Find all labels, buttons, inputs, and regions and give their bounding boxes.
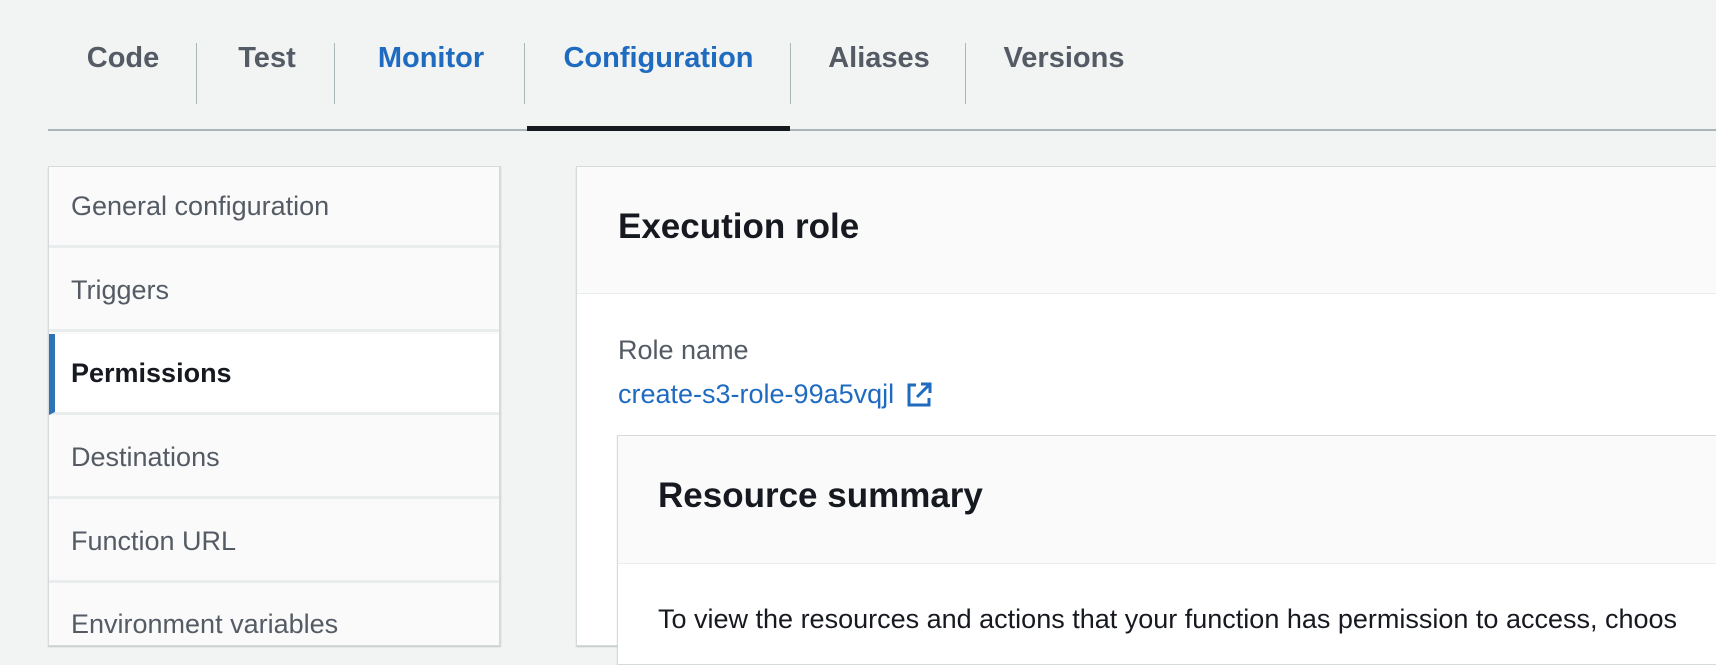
- tab-divider: [524, 43, 525, 104]
- resource-summary-container: Resource summary To view the resources a…: [617, 435, 1716, 665]
- tab-divider: [334, 43, 335, 104]
- sidenav-item-label: Function URL: [71, 525, 237, 556]
- tab-test[interactable]: Test: [218, 14, 316, 101]
- sidenav-item-label: Triggers: [71, 274, 170, 305]
- panel-title: Execution role: [618, 207, 860, 246]
- sidenav-item-label: General configuration: [71, 190, 330, 221]
- sidenav-item-environment-variables[interactable]: Environment variables: [49, 585, 499, 645]
- tab-divider: [196, 43, 197, 104]
- sidenav-item-label: Permissions: [71, 357, 232, 388]
- active-tab-indicator: [527, 126, 790, 131]
- tab-versions[interactable]: Versions: [993, 14, 1135, 101]
- sidenav-item-destinations[interactable]: Destinations: [49, 418, 499, 499]
- sidenav-item-function-url[interactable]: Function URL: [49, 502, 499, 583]
- tab-divider: [790, 43, 791, 104]
- tab-configuration[interactable]: Configuration: [527, 14, 790, 101]
- sidenav-item-triggers[interactable]: Triggers: [49, 251, 499, 332]
- sidenav-item-general-configuration[interactable]: General configuration: [49, 167, 499, 248]
- tab-aliases[interactable]: Aliases: [810, 14, 948, 101]
- resource-summary-description: To view the resources and actions that y…: [658, 604, 1678, 634]
- external-link-icon: [904, 380, 934, 410]
- execution-role-panel: Execution role Role name create-s3-role-…: [576, 166, 1716, 665]
- tab-divider: [965, 43, 966, 104]
- panel-header: Execution role: [577, 167, 1716, 294]
- sidenav-item-label: Environment variables: [71, 608, 339, 639]
- configuration-side-nav: General configuration Triggers Permissio…: [48, 166, 501, 646]
- tab-monitor[interactable]: Monitor: [358, 14, 504, 101]
- role-name-label: Role name: [618, 335, 749, 365]
- sidenav-item-permissions[interactable]: Permissions: [49, 334, 499, 415]
- tab-code[interactable]: Code: [74, 14, 172, 101]
- role-name-link[interactable]: create-s3-role-99a5vqjl: [618, 379, 934, 410]
- role-name-text: create-s3-role-99a5vqjl: [618, 379, 895, 409]
- resource-summary-header: Resource summary: [618, 436, 1716, 564]
- resource-summary-title: Resource summary: [658, 476, 983, 515]
- sidenav-item-label: Destinations: [71, 441, 220, 472]
